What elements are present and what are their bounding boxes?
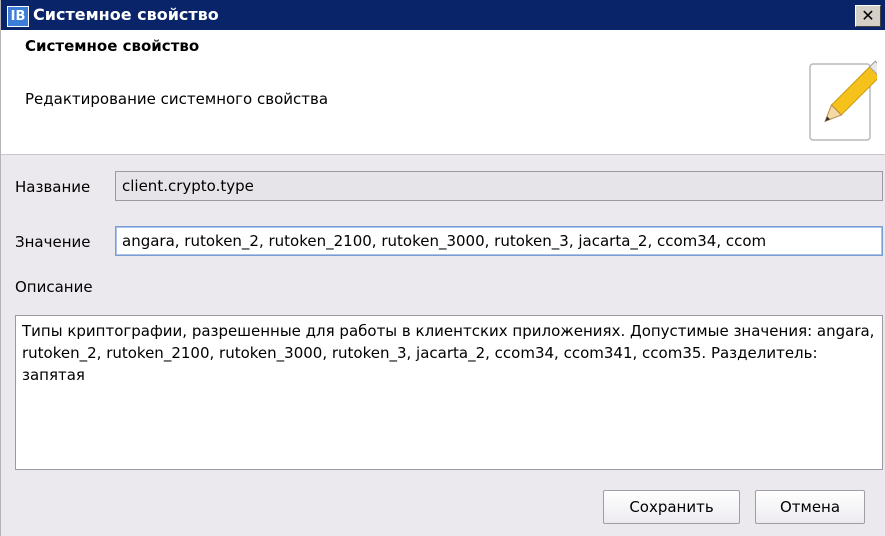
- cancel-button[interactable]: Отмена: [755, 490, 865, 524]
- pencil-icon: [809, 60, 877, 141]
- save-button[interactable]: Сохранить: [603, 490, 740, 524]
- description-label: Описание: [15, 278, 93, 296]
- close-button[interactable]: ✕: [855, 5, 881, 27]
- name-label: Название: [15, 178, 91, 196]
- window-title: Системное свойство: [33, 5, 219, 24]
- title-bar[interactable]: IB Системное свойство ✕: [1, 0, 885, 30]
- app-logo-icon: IB: [7, 6, 29, 27]
- dialog-window: IB Системное свойство ✕ Системное свойст…: [0, 0, 885, 536]
- value-input[interactable]: angara, rutoken_2, rutoken_2100, rutoken…: [115, 226, 883, 256]
- description-textarea[interactable]: Типы криптографии, разрешенные для работ…: [15, 315, 883, 470]
- name-field[interactable]: client.crypto.type: [115, 171, 883, 201]
- close-icon: ✕: [861, 6, 875, 25]
- header-subtitle: Редактирование системного свойства: [25, 90, 329, 108]
- value-label: Значение: [15, 233, 91, 251]
- header-title: Системное свойство: [25, 37, 200, 55]
